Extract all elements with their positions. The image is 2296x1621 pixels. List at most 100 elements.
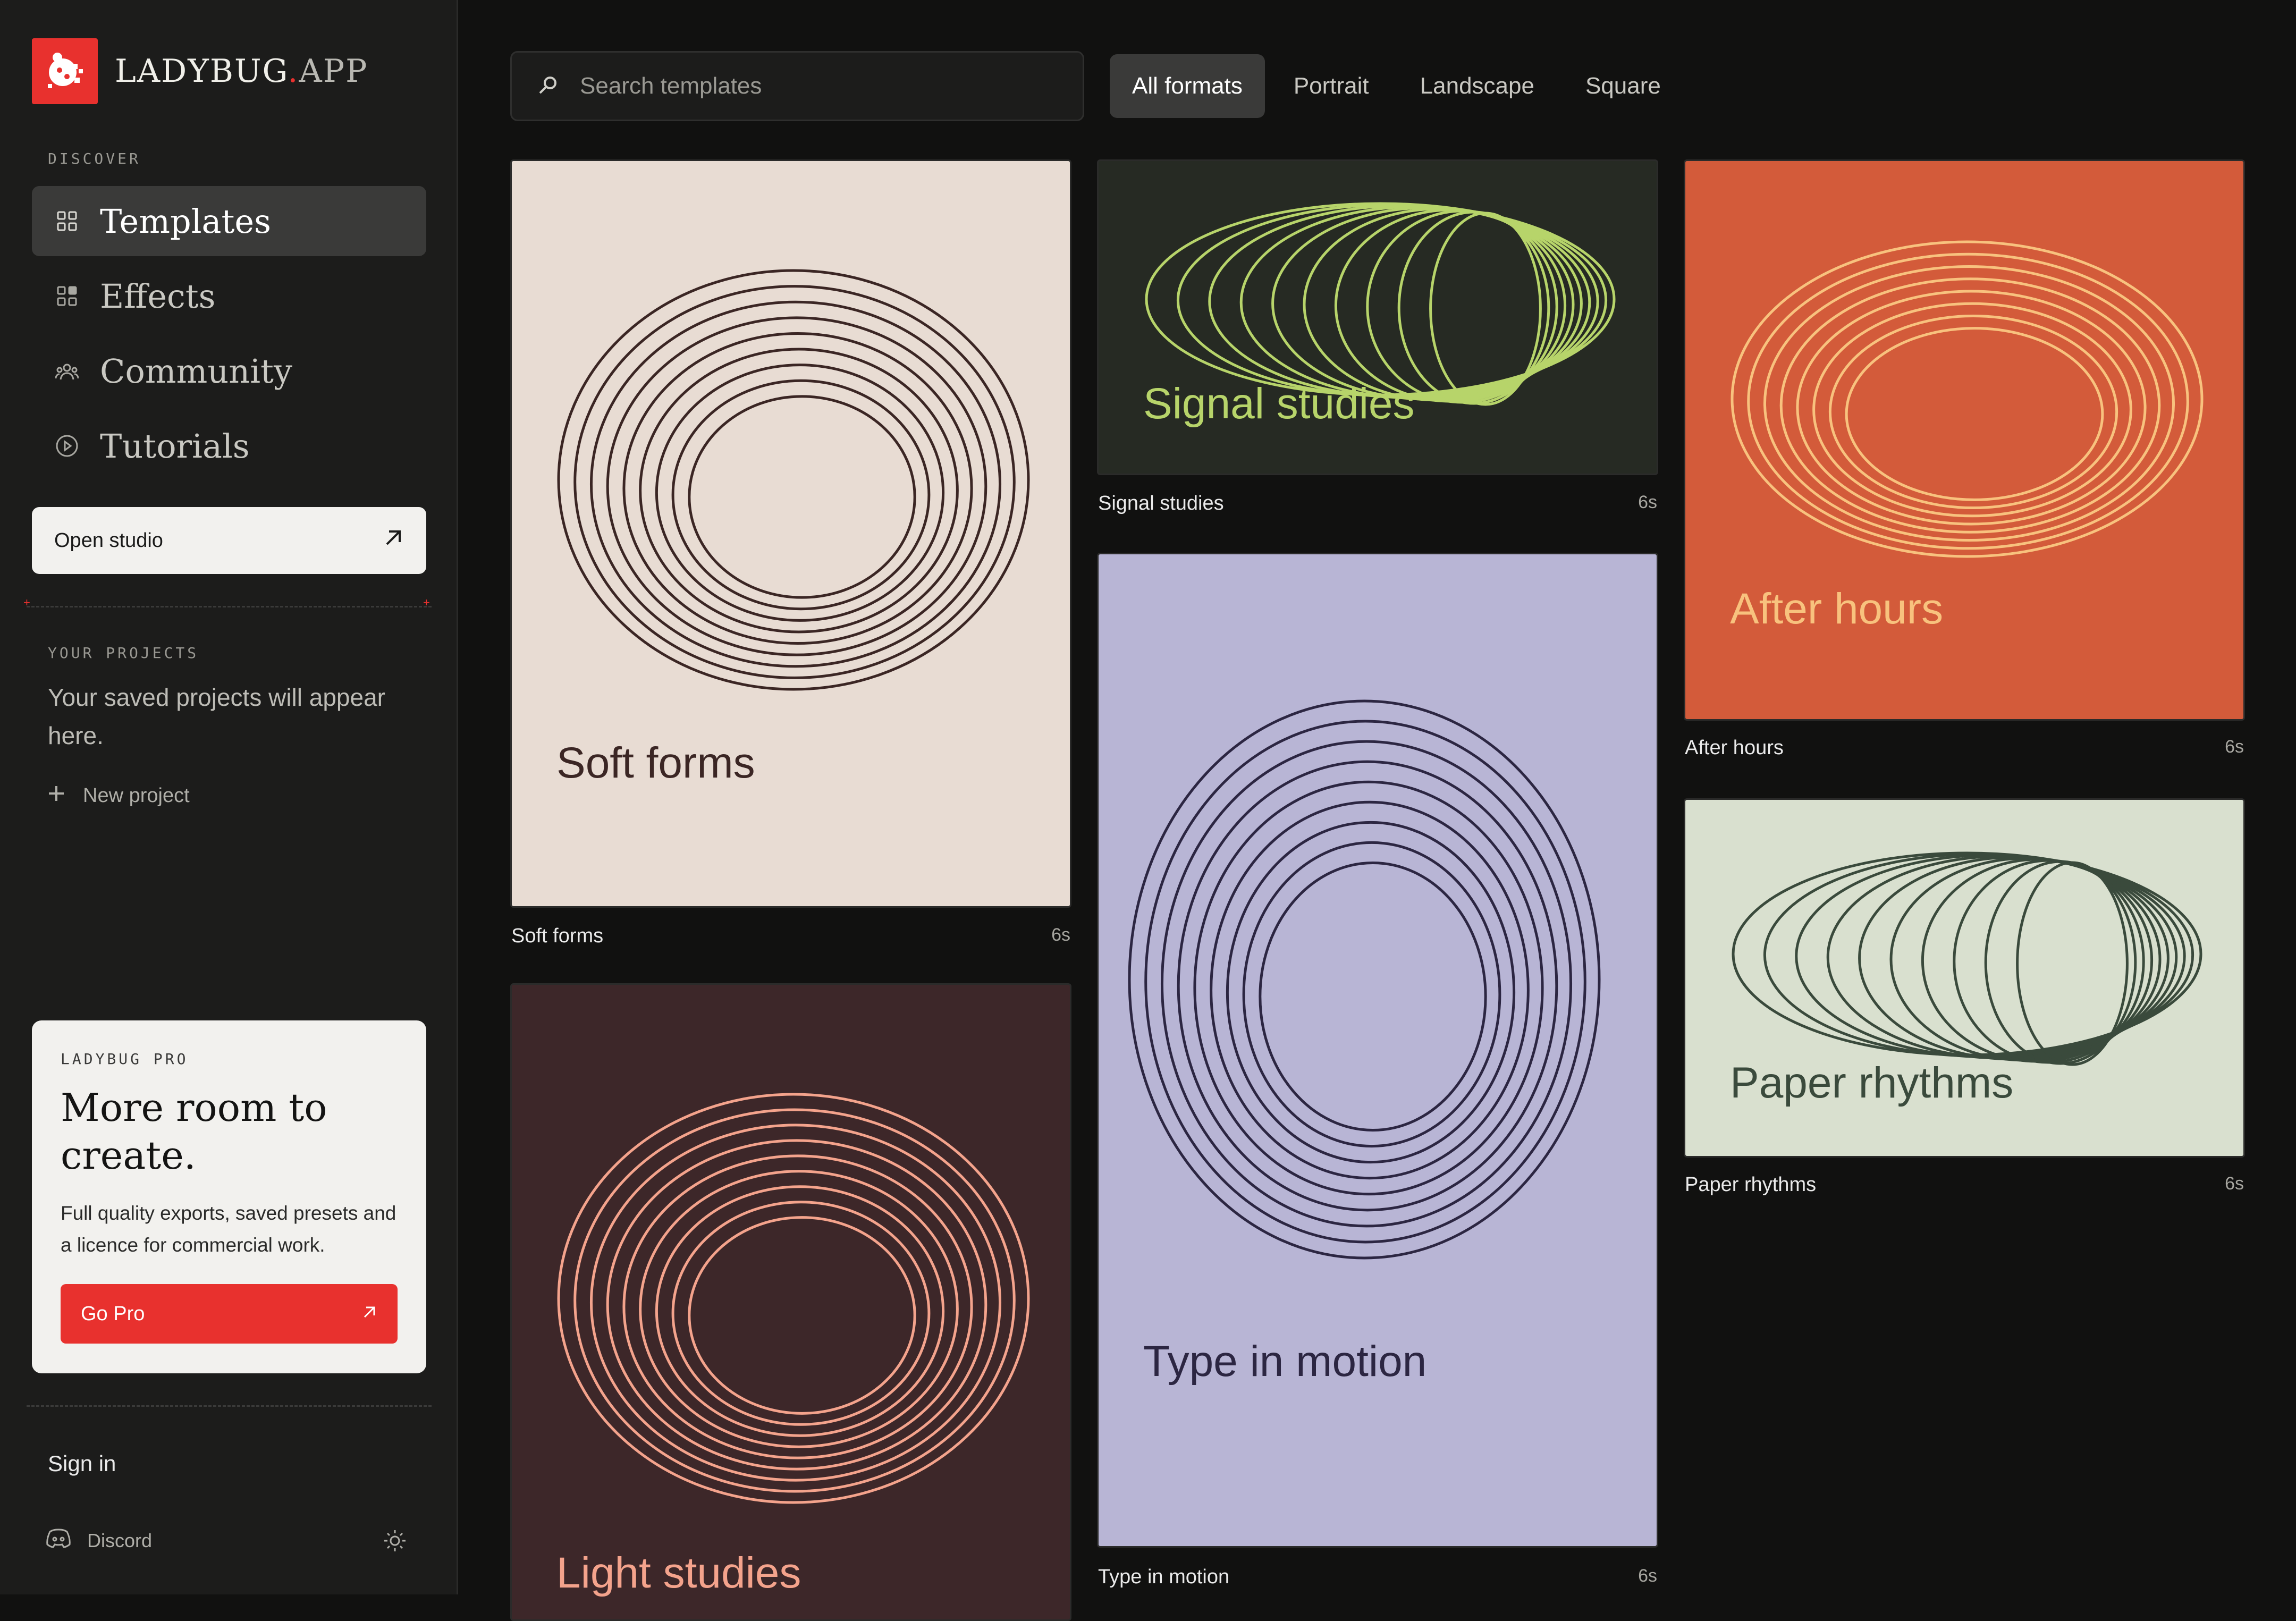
format-filters: All formats Portrait Landscape Square [1110, 54, 1683, 118]
discover-label: DISCOVER [48, 150, 141, 167]
template-thumbnail[interactable]: Type in motion [1097, 553, 1658, 1548]
template-name: Paper rhythms [1685, 1173, 1817, 1196]
go-pro-button[interactable]: Go Pro [61, 1284, 398, 1344]
ring-line [1160, 740, 1573, 1228]
projects-empty-text: Your saved projects will appear here. [48, 683, 385, 749]
sidebar-item-label: Effects [100, 276, 216, 316]
search-field[interactable] [510, 51, 1084, 121]
thumbnail-title: Type in motion [1143, 1337, 1427, 1386]
open-studio-label: Open studio [54, 529, 163, 552]
ladybug-logo-icon [32, 38, 98, 104]
corner-mark: + [23, 596, 30, 609]
your-projects-label: YOUR PROJECTS [48, 644, 199, 662]
pro-description: Full quality exports, saved presets and … [61, 1202, 396, 1256]
ring-line [655, 1185, 945, 1437]
template-duration: 6s [1638, 1566, 1657, 1586]
template-thumbnail[interactable]: After hours [1684, 159, 2245, 721]
filter-portrait[interactable]: Portrait [1271, 54, 1391, 118]
ring-line [671, 1201, 931, 1426]
sidebar-item-label: Tutorials [100, 426, 250, 466]
ring-line [671, 379, 931, 611]
ring-line [1429, 212, 1542, 406]
sidebar-item-templates[interactable]: Templates [32, 186, 426, 256]
template-name: Type in motion [1098, 1566, 1230, 1588]
sidebar-item-label: Templates [100, 201, 271, 241]
thumbnail-title: Signal studies [1143, 379, 1415, 428]
ring-line [1259, 861, 1487, 1132]
template-thumbnail[interactable]: Paper rhythms [1684, 798, 2245, 1158]
play-circle-icon [55, 434, 79, 458]
pro-title: More room to create. [61, 1085, 327, 1178]
brand-name: LADYBUG.APP [115, 53, 368, 90]
search-input[interactable] [579, 72, 1059, 100]
template-thumbnail[interactable]: Soft forms [510, 159, 1071, 908]
sidebar-item-label: Community [100, 351, 292, 391]
template-meta: Signal studies 6s [1098, 492, 1657, 515]
template-name: Soft forms [511, 925, 604, 947]
plus-icon [48, 784, 65, 807]
template-duration: 6s [2225, 1173, 2244, 1194]
template-name: Signal studies [1098, 492, 1224, 514]
effects-grid-icon [55, 284, 79, 308]
filter-square[interactable]: Square [1563, 54, 1683, 118]
new-project-button[interactable]: New project [48, 784, 190, 807]
ring-line [589, 300, 1002, 668]
ring-line [2016, 861, 2129, 1066]
arrow-up-right-icon [383, 527, 404, 554]
logo[interactable]: LADYBUG.APP [32, 38, 368, 104]
search-icon [537, 74, 559, 98]
template-meta: Soft forms 6s [511, 925, 1070, 948]
template-meta: After hours 6s [1685, 737, 2244, 759]
sidebar-item-tutorials[interactable]: Tutorials [32, 411, 426, 481]
people-icon [55, 359, 79, 383]
arrow-up-right-icon [361, 1303, 377, 1325]
ring-line [1796, 290, 2147, 526]
open-studio-button[interactable]: Open studio [32, 507, 426, 574]
sign-in-link[interactable]: Sign in [48, 1451, 116, 1476]
template-thumbnail[interactable]: Light studies [510, 983, 1071, 1621]
ring-line [1226, 821, 1516, 1164]
pro-upsell-card: LADYBUG PRO More room to create. Full qu… [32, 1020, 426, 1373]
ring-line [639, 1170, 959, 1448]
template-thumbnail[interactable]: Signal studies [1097, 159, 1658, 475]
concentric-rings-art [1731, 240, 2204, 558]
discord-icon [46, 1527, 71, 1554]
discord-link[interactable]: Discord [46, 1527, 152, 1554]
ring-line [1845, 327, 2104, 501]
sidebar: LADYBUG.APP DISCOVER Templates Effects C… [0, 0, 458, 1594]
ring-line [655, 364, 945, 622]
thumbnail-title: Light studies [556, 1549, 801, 1597]
concentric-rings-art [557, 269, 1030, 691]
corner-mark: + [423, 596, 430, 609]
template-meta: Type in motion 6s [1098, 1566, 1657, 1589]
sidebar-nav: Templates Effects Community Tutorials [32, 186, 426, 486]
divider [27, 606, 432, 607]
sidebar-item-effects[interactable]: Effects [32, 261, 426, 331]
template-name: After hours [1685, 737, 1784, 759]
go-pro-label: Go Pro [81, 1302, 145, 1325]
ring-line [1828, 314, 2118, 510]
thumbnail-title: After hours [1730, 585, 1944, 633]
ring-line [589, 1124, 1002, 1482]
concentric-rings-art [557, 1093, 1030, 1504]
thumbnail-title: Paper rhythms [1730, 1059, 2014, 1107]
ring-line [1242, 841, 1501, 1148]
grid-icon [55, 209, 79, 233]
theme-toggle[interactable] [383, 1529, 407, 1553]
template-duration: 6s [1051, 925, 1070, 945]
filter-all-formats[interactable]: All formats [1110, 54, 1265, 118]
sidebar-item-community[interactable]: Community [32, 336, 426, 406]
concentric-rings-art [1128, 699, 1601, 1260]
template-duration: 6s [2225, 737, 2244, 757]
ring-line [1812, 302, 2132, 518]
template-meta: Paper rhythms 6s [1685, 1173, 2244, 1196]
ring-line [688, 1216, 916, 1415]
sun-icon [383, 1530, 407, 1555]
discord-label: Discord [87, 1529, 153, 1551]
template-duration: 6s [1638, 492, 1657, 512]
filter-landscape[interactable]: Landscape [1398, 54, 1557, 118]
pro-label: LADYBUG PRO [61, 1050, 189, 1068]
ring-line [688, 395, 916, 599]
new-project-label: New project [83, 784, 190, 807]
ring-line [1210, 800, 1530, 1180]
